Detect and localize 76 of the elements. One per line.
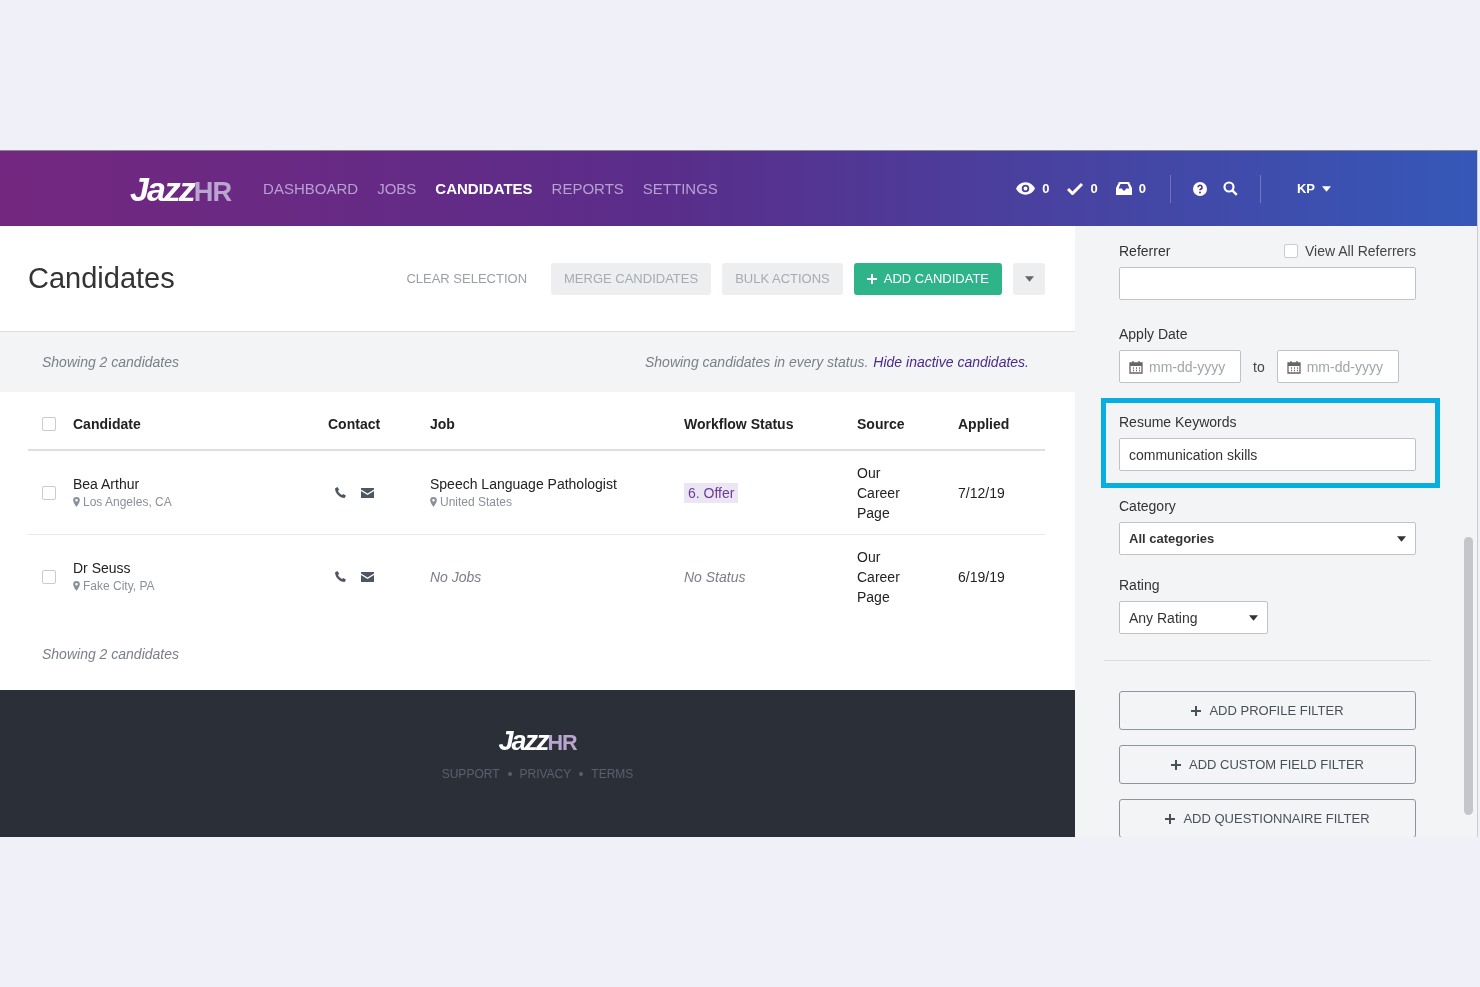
logo: JazzHR <box>498 728 577 755</box>
counter[interactable]: 0 <box>1090 181 1098 196</box>
add-filter-button[interactable]: ADD QUESTIONNAIRE FILTER <box>1119 799 1416 837</box>
text-field[interactable] <box>1119 267 1416 300</box>
phone-icon[interactable] <box>335 571 346 582</box>
scrollbar[interactable] <box>1464 537 1473 815</box>
plus-icon <box>866 273 877 284</box>
source-cell-text: Our Career Page <box>857 463 901 523</box>
calendar-icon <box>1129 359 1143 374</box>
map-pin-icon <box>73 497 80 507</box>
nav-tab[interactable]: JOBS <box>377 180 417 197</box>
column-header[interactable]: Candidate <box>73 415 328 432</box>
nav-tab[interactable]: REPORTS <box>551 180 624 197</box>
counter[interactable]: 0 <box>1042 181 1050 196</box>
applied-date: 7/12/19 <box>958 484 1006 501</box>
row-checkbox[interactable] <box>42 569 56 584</box>
result-count: Showing 2 candidates <box>42 354 179 370</box>
checkmark-icon <box>1067 182 1084 195</box>
add-filter-button[interactable]: ADD CUSTOM FIELD FILTER <box>1119 745 1416 784</box>
envelope-icon[interactable] <box>361 571 374 582</box>
field-label: Referrer <box>1119 243 1171 259</box>
text-field[interactable]: communication skills <box>1119 438 1416 471</box>
help-icon[interactable] <box>1192 181 1207 196</box>
nav-tab[interactable]: CANDIDATES <box>435 180 533 197</box>
nav-tab[interactable]: DASHBOARD <box>263 180 359 197</box>
plus-icon <box>1165 813 1176 824</box>
column-header[interactable]: Source <box>857 415 958 432</box>
candidate-name[interactable]: Bea Arthur <box>73 476 328 492</box>
envelope-icon[interactable] <box>361 487 374 498</box>
range-separator: to <box>1253 358 1265 375</box>
result-count: Showing 2 candidates <box>42 646 180 662</box>
map-pin-icon <box>73 581 80 591</box>
plus-icon <box>1191 705 1202 716</box>
checkbox[interactable] <box>1284 244 1298 258</box>
source-cell-text: Our Career Page <box>857 547 901 607</box>
column-header[interactable]: Contact <box>328 415 430 432</box>
field-label: Resume Keywords <box>1119 414 1238 430</box>
eye-icon <box>1016 182 1036 195</box>
field-label: Category <box>1119 498 1177 514</box>
logo: JazzHR <box>130 171 232 206</box>
candidate-location: Los Angeles, CA <box>83 495 172 509</box>
status-cell-text: No Status <box>684 568 747 585</box>
column-header[interactable]: Job <box>430 415 684 432</box>
status-note: Showing candidates in every status. Hide inactive candidates. <box>645 354 1029 370</box>
field-label: Rating <box>1119 577 1161 593</box>
map-pin-icon <box>430 497 437 507</box>
page-title: Candidates <box>28 262 175 295</box>
column-header[interactable]: Workflow Status <box>684 415 857 432</box>
nav-tab[interactable]: SETTINGS <box>642 180 718 197</box>
field-label: Apply Date <box>1119 326 1189 342</box>
row-checkbox[interactable] <box>42 485 56 500</box>
phone-icon[interactable] <box>335 487 346 498</box>
inbox-icon <box>1115 182 1132 195</box>
candidate-location: Fake City, PA <box>83 579 155 593</box>
calendar-icon <box>1286 359 1301 374</box>
user-menu[interactable]: KP <box>1290 180 1337 197</box>
caret-icon <box>1322 185 1331 192</box>
plus-icon <box>1170 759 1181 770</box>
add-filter-button[interactable]: ADD PROFILE FILTER <box>1119 691 1416 730</box>
select-dropdown[interactable]: Any Rating <box>1119 601 1268 634</box>
dropdown-button[interactable] <box>1013 262 1045 295</box>
select-dropdown[interactable]: All categories <box>1119 522 1416 555</box>
counter[interactable]: 0 <box>1138 181 1146 196</box>
job-cell-text: No Jobs <box>430 568 483 585</box>
caret-icon <box>1397 535 1406 542</box>
applied-date: 6/19/19 <box>958 568 1006 585</box>
checkbox-label: View All Referrers <box>1305 243 1416 259</box>
job-location: United States <box>440 495 513 509</box>
job-title[interactable]: Speech Language Pathologist <box>430 476 684 492</box>
select-all-checkbox[interactable] <box>42 416 56 431</box>
caret-icon <box>1024 275 1034 282</box>
status-tag: 6. Offer <box>684 482 739 503</box>
search-icon[interactable] <box>1222 181 1238 196</box>
candidate-name[interactable]: Dr Seuss <box>73 560 328 576</box>
caret-icon <box>1249 614 1258 621</box>
column-header[interactable]: Applied <box>958 415 1045 432</box>
